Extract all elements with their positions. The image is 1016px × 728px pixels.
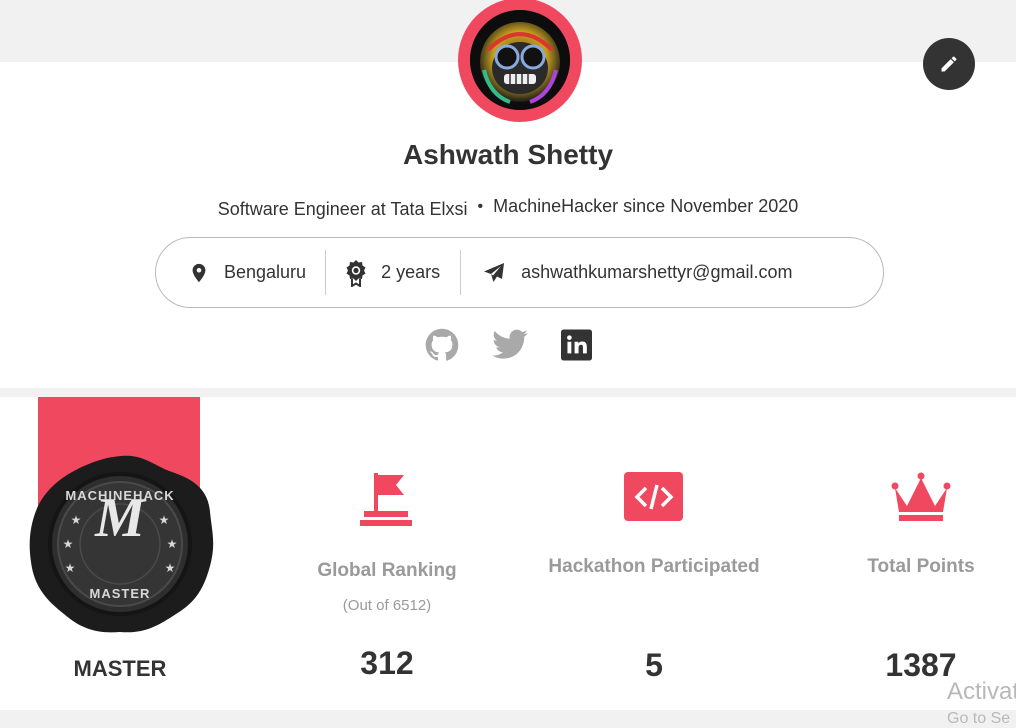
github-icon xyxy=(425,328,458,361)
svg-text:★: ★ xyxy=(159,513,170,527)
total-points-stat: Total Points 1387 xyxy=(841,397,1001,710)
profile-headline: Software Engineer at Tata Elxsi • Machin… xyxy=(0,196,1016,219)
profile-info-bar: Bengaluru 2 years ashwathkumarshettyr@gm… xyxy=(155,237,884,308)
profile-name: Ashwath Shetty xyxy=(402,139,614,170)
svg-text:★: ★ xyxy=(65,561,76,575)
twitter-icon xyxy=(491,329,528,359)
stat-value: 312 xyxy=(360,645,414,681)
os-watermark-title: Activate xyxy=(947,678,1016,705)
master-badge-seal: M MACHINEHACK MASTER ★ ★ ★ ★ ★ ★ xyxy=(26,452,216,642)
social-links xyxy=(0,328,1016,362)
email-text: ashwathkumarshettyr@gmail.com xyxy=(521,262,793,282)
twitter-link[interactable] xyxy=(491,328,529,362)
paper-plane-icon xyxy=(484,262,505,282)
flag-icon xyxy=(360,473,412,526)
headline-separator: • xyxy=(477,197,484,215)
linkedin-link[interactable] xyxy=(560,329,592,361)
svg-text:★: ★ xyxy=(167,537,178,551)
svg-text:★: ★ xyxy=(165,561,176,575)
code-icon xyxy=(624,472,683,521)
badge-label: MASTER xyxy=(73,656,167,681)
profile-role: Software Engineer at Tata Elxsi xyxy=(217,199,468,219)
location-item: Bengaluru xyxy=(156,250,325,295)
avatar[interactable] xyxy=(458,0,582,122)
stat-label: Hackathon Participated xyxy=(548,556,760,577)
svg-text:★: ★ xyxy=(63,537,74,551)
award-badge-icon xyxy=(346,259,366,287)
member-since: MachineHacker since November 2020 xyxy=(493,196,799,216)
pencil-icon xyxy=(941,56,957,72)
avatar-image xyxy=(470,10,570,110)
stats-card: M MACHINEHACK MASTER ★ ★ ★ ★ ★ ★ MASTER … xyxy=(0,397,1016,710)
crown-icon xyxy=(891,472,951,521)
svg-text:★: ★ xyxy=(71,513,82,527)
stat-label: Global Ranking xyxy=(317,560,457,581)
map-pin-icon xyxy=(192,263,206,282)
location-text: Bengaluru xyxy=(224,262,307,282)
stat-value: 5 xyxy=(645,647,663,683)
experience-text: 2 years xyxy=(381,262,441,282)
svg-text:MASTER: MASTER xyxy=(90,586,151,601)
global-ranking-stat: Global Ranking (Out of 6512) 312 xyxy=(287,397,487,710)
os-watermark-subtitle: Go to Se xyxy=(947,710,1011,727)
edit-profile-button[interactable] xyxy=(923,38,975,90)
hackathons-stat: Hackathon Participated 5 xyxy=(534,397,774,710)
email-item[interactable]: ashwathkumarshettyr@gmail.com xyxy=(461,250,792,295)
linkedin-icon xyxy=(560,329,592,361)
experience-item: 2 years xyxy=(326,250,460,295)
svg-text:MACHINEHACK: MACHINEHACK xyxy=(65,488,174,503)
github-link[interactable] xyxy=(425,328,459,362)
stat-label: Total Points xyxy=(867,556,975,577)
stat-sublabel: (Out of 6512) xyxy=(342,597,432,614)
